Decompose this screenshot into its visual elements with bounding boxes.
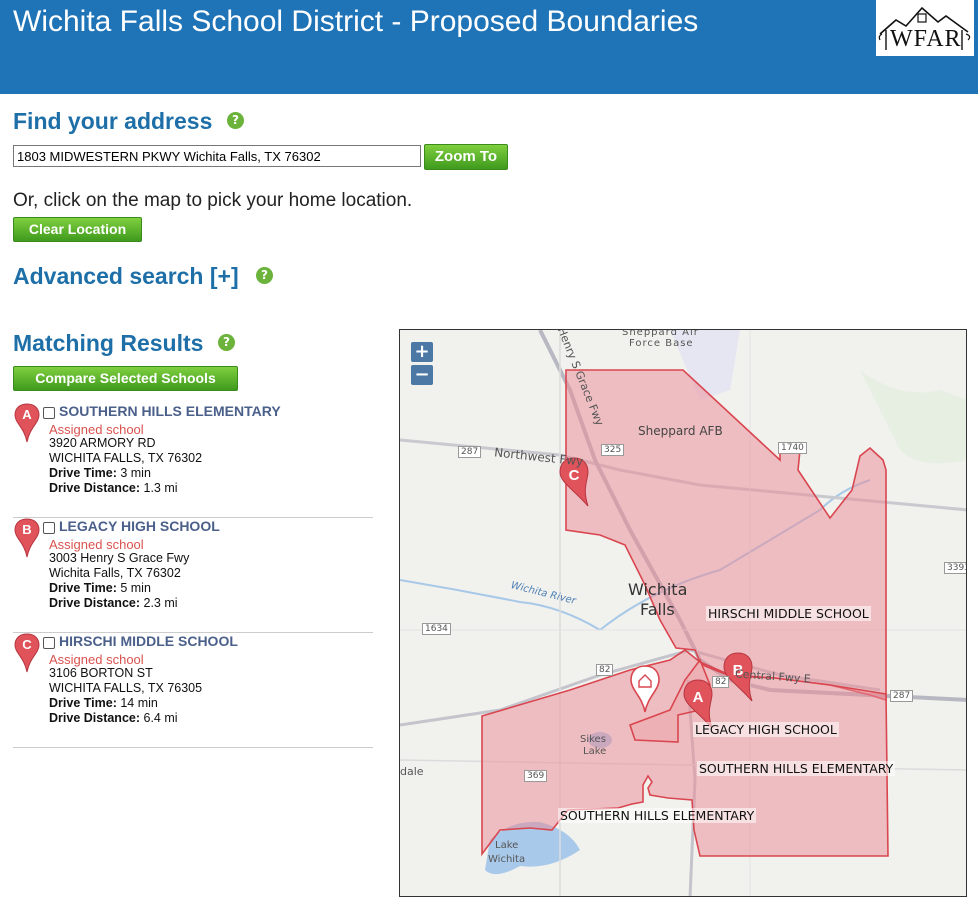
address-line-1: 3920 ARMORY RD	[49, 436, 156, 450]
place-label: Lake	[583, 746, 607, 757]
legacy-boundary-label: LEGACY HIGH SCHOOL	[693, 722, 839, 737]
highway-shield: 287	[458, 446, 482, 458]
map-pick-hint: Or, click on the map to pick your home l…	[13, 190, 413, 211]
highway-shield: 3393	[944, 562, 966, 574]
boundary-map[interactable]: C B A Sheppard Air Force Base Sheppard A…	[399, 329, 967, 897]
drive-time-label: Drive Time:	[49, 696, 117, 710]
drive-distance-row: Drive Distance: 1.3 mi	[49, 481, 178, 495]
page-header: Wichita Falls School District - Proposed…	[0, 0, 978, 94]
hirschi-boundary-label: HIRSCHI MIDDLE SCHOOL	[706, 606, 871, 621]
assigned-status: Assigned school	[49, 652, 144, 667]
drive-distance-value: 6.4 mi	[143, 711, 178, 725]
marker-letter: C	[22, 637, 32, 652]
zoom-to-button[interactable]: Zoom To	[424, 144, 508, 170]
marker-letter: B	[22, 522, 31, 537]
drive-time-row: Drive Time: 14 min	[49, 696, 158, 710]
drive-time-row: Drive Time: 3 min	[49, 466, 151, 480]
address-line-2: WICHITA FALLS, TX 76302	[49, 451, 203, 465]
logo-text: WFAR	[890, 26, 962, 52]
wfar-logo: WFAR	[876, 0, 974, 56]
address-line-1: 3106 BORTON ST	[49, 666, 153, 680]
highway-shield: 82	[596, 664, 614, 676]
map-marker-letter: C	[569, 467, 580, 484]
help-icon[interactable]: ?	[256, 267, 273, 284]
drive-distance-value: 2.3 mi	[143, 596, 178, 610]
drive-distance-row: Drive Distance: 6.4 mi	[49, 711, 178, 725]
marker-b-icon: B	[14, 518, 40, 558]
school-name[interactable]: HIRSCHI MIDDLE SCHOOL	[59, 633, 238, 649]
school-name[interactable]: SOUTHERN HILLS ELEMENTARY	[59, 403, 281, 419]
map-marker-letter: A	[693, 689, 704, 706]
drive-time-value: 3 min	[120, 466, 151, 480]
place-label: Wichita	[488, 854, 526, 865]
place-label: Sikes	[580, 734, 606, 745]
clear-location-button[interactable]: Clear Location	[13, 217, 142, 242]
school-name[interactable]: LEGACY HIGH SCHOOL	[59, 518, 220, 534]
matching-results-heading: Matching Results	[13, 330, 204, 356]
compare-schools-button[interactable]: Compare Selected Schools	[13, 366, 238, 391]
highway-shield: 1740	[778, 442, 807, 454]
highway-shield: 325	[601, 444, 625, 456]
result-checkbox[interactable]	[43, 637, 55, 649]
drive-distance-label: Drive Distance:	[49, 596, 141, 610]
drive-time-value: 14 min	[120, 696, 158, 710]
place-label: Sheppard Air	[622, 329, 699, 338]
drive-time-label: Drive Time:	[49, 581, 117, 595]
marker-letter: A	[22, 407, 32, 422]
place-label: Lake	[495, 840, 519, 851]
place-label: Sheppard AFB	[638, 424, 723, 438]
highway-shield: 82	[712, 676, 730, 688]
drive-distance-label: Drive Distance:	[49, 481, 141, 495]
result-item: B LEGACY HIGH SCHOOL Assigned school 300…	[13, 518, 373, 633]
highway-shield: 287	[890, 690, 914, 702]
help-icon[interactable]: ?	[218, 334, 235, 351]
marker-a-icon: A	[14, 403, 40, 443]
marker-c-icon: C	[14, 633, 40, 673]
drive-time-row: Drive Time: 5 min	[49, 581, 151, 595]
result-item: A SOUTHERN HILLS ELEMENTARY Assigned sch…	[13, 403, 373, 518]
highway-shield: 1634	[422, 623, 451, 635]
place-label: Force Base	[629, 338, 694, 349]
drive-distance-row: Drive Distance: 2.3 mi	[49, 596, 178, 610]
drive-distance-value: 1.3 mi	[143, 481, 178, 495]
help-icon[interactable]: ?	[227, 112, 244, 129]
place-label: Wichita	[628, 580, 688, 599]
southern-hills-boundary-label: SOUTHERN HILLS ELEMENTARY	[697, 761, 896, 776]
place-label: Falls	[640, 600, 675, 619]
address-line-2: Wichita Falls, TX 76302	[49, 566, 181, 580]
result-item: C HIRSCHI MIDDLE SCHOOL Assigned school …	[13, 633, 373, 748]
result-checkbox[interactable]	[43, 522, 55, 534]
page-title: Wichita Falls School District - Proposed…	[13, 5, 699, 38]
southern-hills-boundary-label: SOUTHERN HILLS ELEMENTARY	[558, 808, 757, 823]
drive-time-label: Drive Time:	[49, 466, 117, 480]
drive-distance-label: Drive Distance:	[49, 711, 141, 725]
result-checkbox[interactable]	[43, 407, 55, 419]
address-line-2: WICHITA FALLS, TX 76305	[49, 681, 203, 695]
find-address-heading: Find your address	[13, 108, 213, 134]
highway-shield: 369	[524, 770, 548, 782]
assigned-status: Assigned school	[49, 422, 144, 437]
place-label: dale	[400, 765, 424, 778]
zoom-in-button[interactable]: +	[411, 342, 433, 362]
zoom-out-button[interactable]: −	[411, 365, 433, 385]
address-line-1: 3003 Henry S Grace Fwy	[49, 551, 190, 565]
drive-time-value: 5 min	[120, 581, 151, 595]
advanced-search-toggle[interactable]: Advanced search [+]	[13, 263, 239, 290]
address-input[interactable]	[13, 145, 421, 167]
assigned-status: Assigned school	[49, 537, 144, 552]
